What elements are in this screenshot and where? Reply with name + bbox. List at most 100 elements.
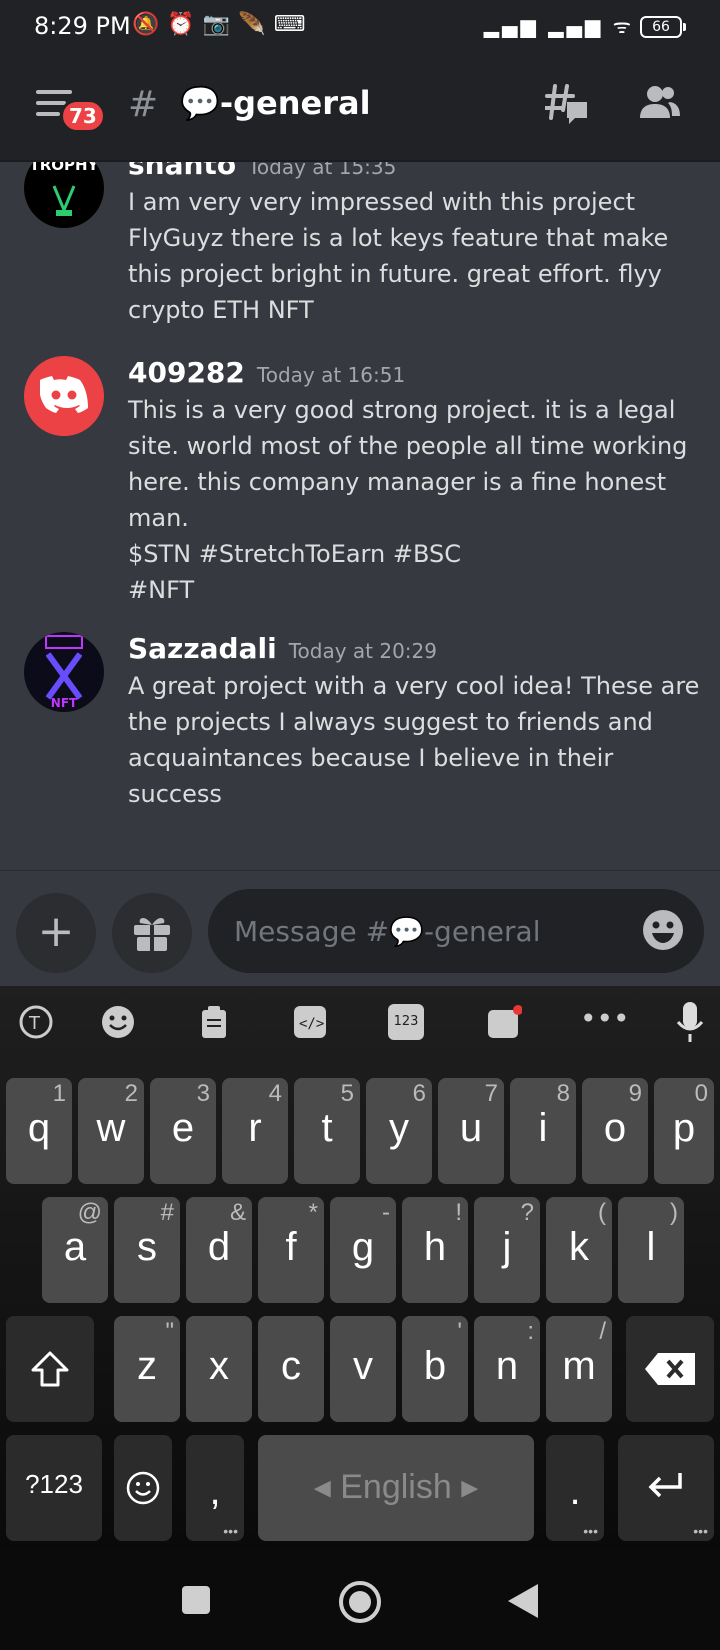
channel-header: 73 # 💬-general: [0, 52, 720, 162]
key[interactable]: 7u: [438, 1078, 504, 1184]
timestamp: Today at 20:29: [288, 639, 437, 663]
key[interactable]: 8i: [510, 1078, 576, 1184]
shift-key[interactable]: [6, 1316, 94, 1422]
key[interactable]: 1q: [6, 1078, 72, 1184]
comma-key[interactable]: , •••: [186, 1435, 244, 1541]
key-label: h: [423, 1225, 447, 1269]
key[interactable]: ) l: [618, 1197, 684, 1303]
key[interactable]: -g: [330, 1197, 396, 1303]
key[interactable]: " z: [114, 1316, 180, 1422]
message-header: 409282 Today at 16:51: [128, 356, 405, 389]
timestamp: Today at 15:35: [248, 162, 397, 179]
key[interactable]: 9o: [582, 1078, 648, 1184]
message-list[interactable]: TROPHY shanto Today at 15:35 I am very ve…: [0, 162, 720, 870]
text-editing-icon[interactable]: </>: [292, 1004, 328, 1040]
key[interactable]: c: [258, 1316, 324, 1422]
symbols-key[interactable]: ?123: [6, 1435, 102, 1541]
key-hint: *: [308, 1199, 318, 1226]
message-text: This is a very good strong project. it i…: [128, 396, 688, 604]
key[interactable]: :n: [474, 1316, 540, 1422]
key-label: ,: [209, 1469, 221, 1513]
author-name[interactable]: shanto: [128, 162, 236, 181]
gift-button[interactable]: [112, 893, 192, 973]
sticker-emoji-icon[interactable]: [100, 1004, 136, 1040]
key-label: .: [569, 1469, 581, 1513]
key-hint: ): [670, 1199, 678, 1226]
channel-title: 💬-general: [180, 84, 371, 122]
svg-text:</>: </>: [299, 1016, 324, 1032]
avatar[interactable]: NFT: [24, 632, 104, 712]
key-label: ?123: [25, 1469, 83, 1499]
key-label: l: [646, 1225, 656, 1269]
timestamp: Today at 16:51: [256, 363, 406, 387]
author-name[interactable]: Sazzadali: [128, 632, 277, 665]
key[interactable]: ? j: [474, 1197, 540, 1303]
more-icon[interactable]: •••: [580, 1004, 630, 1040]
key-label: a: [63, 1225, 87, 1269]
message-composer: + Message #💬-general: [0, 870, 720, 986]
microphone-icon[interactable]: [674, 1000, 706, 1044]
space-key[interactable]: ◂ English ▸: [258, 1435, 534, 1541]
signal-wifi-icons: ▂▄▆ ▂▄▆ ᯤ: [483, 14, 634, 38]
message-header: Sazzadali Today at 20:29: [128, 632, 437, 665]
avatar[interactable]: [24, 356, 104, 436]
key-label: q: [27, 1106, 51, 1150]
avatar[interactable]: TROPHY: [24, 162, 104, 228]
key[interactable]: @ a: [42, 1197, 108, 1303]
enter-key[interactable]: •••: [618, 1435, 714, 1541]
key[interactable]: v: [330, 1316, 396, 1422]
message-text: A great project with a very cool idea! T…: [128, 672, 700, 808]
key-hint: 8: [556, 1080, 570, 1107]
svg-text:T: T: [28, 1013, 41, 1034]
key-hint: 5: [340, 1080, 354, 1107]
key-hint: 9: [628, 1080, 642, 1107]
key[interactable]: 0p: [654, 1078, 714, 1184]
back-icon[interactable]: [506, 1582, 540, 1620]
translate-icon[interactable]: T: [18, 1004, 54, 1040]
enter-icon: [648, 1473, 682, 1498]
message-header: shanto Today at 15:35: [128, 162, 396, 181]
key-hint: 3: [196, 1080, 210, 1107]
system-nav-bar: [0, 1550, 720, 1650]
key-label: e: [171, 1106, 195, 1150]
key-hint: !: [455, 1199, 462, 1226]
home-icon[interactable]: [338, 1580, 382, 1624]
attach-plus-button[interactable]: +: [16, 893, 96, 973]
key[interactable]: 3e: [150, 1078, 216, 1184]
key[interactable]: * f: [258, 1197, 324, 1303]
key[interactable]: (k: [546, 1197, 612, 1303]
key-hint: /: [599, 1318, 606, 1345]
key-label: w: [96, 1106, 126, 1150]
threads-icon[interactable]: [545, 82, 589, 126]
language-icon[interactable]: [486, 1004, 522, 1040]
key[interactable]: / m: [546, 1316, 612, 1422]
emoji-icon[interactable]: [642, 909, 684, 951]
recents-icon[interactable]: [182, 1586, 210, 1614]
key-label: s: [137, 1225, 157, 1269]
key[interactable]: # s: [114, 1197, 180, 1303]
key[interactable]: 5t: [294, 1078, 360, 1184]
key-hint: 2: [124, 1080, 138, 1107]
key[interactable]: 2w: [78, 1078, 144, 1184]
key-hint: ?: [520, 1199, 534, 1226]
backspace-key[interactable]: [626, 1316, 714, 1422]
avatar-text: NFT: [50, 696, 78, 710]
period-key[interactable]: . •••: [546, 1435, 604, 1541]
key[interactable]: x: [186, 1316, 252, 1422]
key-hint: 7: [484, 1080, 498, 1107]
key[interactable]: ' b: [402, 1316, 468, 1422]
key[interactable]: & d: [186, 1197, 252, 1303]
keyboard-toolbar: T </> 123 •••: [0, 986, 720, 1056]
members-icon[interactable]: [640, 84, 680, 120]
clipboard-icon[interactable]: [196, 1004, 232, 1040]
key[interactable]: ! h: [402, 1197, 468, 1303]
author-name[interactable]: 409282: [128, 356, 245, 389]
numpad-icon[interactable]: 123: [388, 1004, 424, 1040]
key-label: c: [281, 1344, 301, 1388]
key-label: g: [351, 1225, 375, 1269]
key[interactable]: 4r: [222, 1078, 288, 1184]
key[interactable]: 6y: [366, 1078, 432, 1184]
message-input[interactable]: Message #💬-general: [208, 889, 704, 973]
emoji-key[interactable]: [114, 1435, 172, 1541]
more-dots: •••: [583, 1523, 598, 1539]
